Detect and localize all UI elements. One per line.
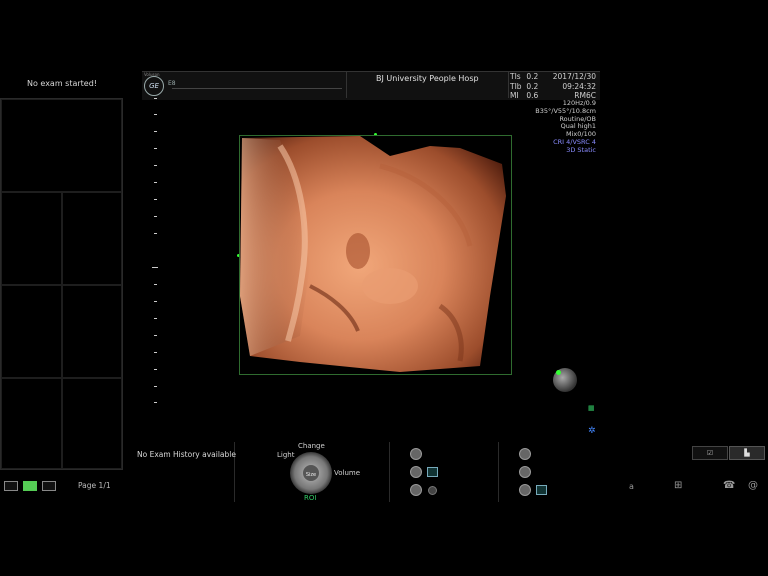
panel-divider	[389, 442, 390, 502]
render-mode-icon: ▦	[588, 404, 595, 412]
thumbnail-cell[interactable]	[1, 378, 62, 469]
save-disk-icon[interactable]	[427, 467, 438, 477]
email-at-icon[interactable]: @	[748, 480, 758, 491]
header-divider	[172, 88, 342, 89]
param-mode: 3D Static	[566, 145, 596, 154]
knob-change-label: Change	[298, 442, 325, 450]
layout-dual-button[interactable]	[23, 481, 37, 491]
small-toggle-icon[interactable]	[428, 486, 437, 495]
exam-history-text: No Exam History available	[137, 450, 236, 459]
thumbnail-cell[interactable]	[62, 192, 122, 285]
3d-render-viewport[interactable]	[239, 135, 512, 375]
layout-quad-button[interactable]	[42, 481, 56, 491]
header-divider	[508, 72, 509, 98]
scan-parameters: 120Hz/0.9 B35°/V55°/10.8cm Routine/OB Qu…	[500, 99, 596, 155]
orientation-marker-icon	[556, 370, 561, 375]
thumbnail-grid[interactable]	[0, 98, 123, 470]
tis-value: 0.2	[526, 72, 539, 81]
control-button-5[interactable]	[519, 466, 531, 478]
tib-label: TIb	[510, 81, 522, 91]
knob-volume-label: Volume	[334, 469, 361, 477]
control-button-3[interactable]	[410, 484, 422, 496]
view-checkbox-button[interactable]: ☑	[692, 446, 728, 460]
layout-single-button[interactable]	[4, 481, 18, 491]
view-chart-button[interactable]: ▙	[729, 446, 765, 460]
thumbnail-cell[interactable]	[1, 192, 62, 285]
datetime-block: 2017/12/30 09:24:32 RM6C	[548, 72, 596, 101]
control-button-4[interactable]	[519, 448, 531, 460]
date-text: 2017/12/30	[552, 72, 596, 81]
mi-value: 0.6	[526, 91, 539, 100]
control-button-2[interactable]	[410, 466, 422, 478]
knob-size-label: Size	[305, 472, 317, 478]
thermal-index-block: TIs 0.2 TIb 0.2 MI 0.6	[510, 72, 538, 101]
hospital-name: BJ University People Hosp	[376, 74, 479, 83]
knob-light-label: Light	[277, 451, 295, 459]
thumbnail-cell[interactable]	[1, 99, 122, 192]
save-disk-icon[interactable]	[536, 485, 547, 495]
phone-icon[interactable]: ☎	[723, 480, 735, 491]
annotation-text-icon[interactable]: a	[629, 482, 634, 491]
panel-divider	[498, 442, 499, 502]
control-button-1[interactable]	[410, 448, 422, 460]
network-computer-icon[interactable]: ⊞	[674, 480, 682, 491]
ge-logo-icon: GE	[144, 76, 164, 96]
control-button-6[interactable]	[519, 484, 531, 496]
header-divider	[346, 72, 347, 98]
settings-gear-icon[interactable]: ✲	[588, 426, 596, 436]
fetal-face-render	[240, 136, 511, 374]
depth-scale	[150, 98, 162, 408]
page-indicator: Page 1/1	[78, 481, 111, 490]
thumbnail-cell[interactable]	[62, 285, 122, 378]
tis-label: TIs	[510, 72, 521, 81]
thumbnail-cell[interactable]	[62, 378, 122, 469]
exam-status-text: No exam started!	[26, 79, 97, 88]
product-model: E8	[168, 80, 176, 87]
time-text: 09:24:32	[562, 81, 596, 91]
knob-roi-label: ROI	[304, 494, 317, 502]
tib-value: 0.2	[526, 81, 539, 91]
thumbnail-cell[interactable]	[1, 285, 62, 378]
